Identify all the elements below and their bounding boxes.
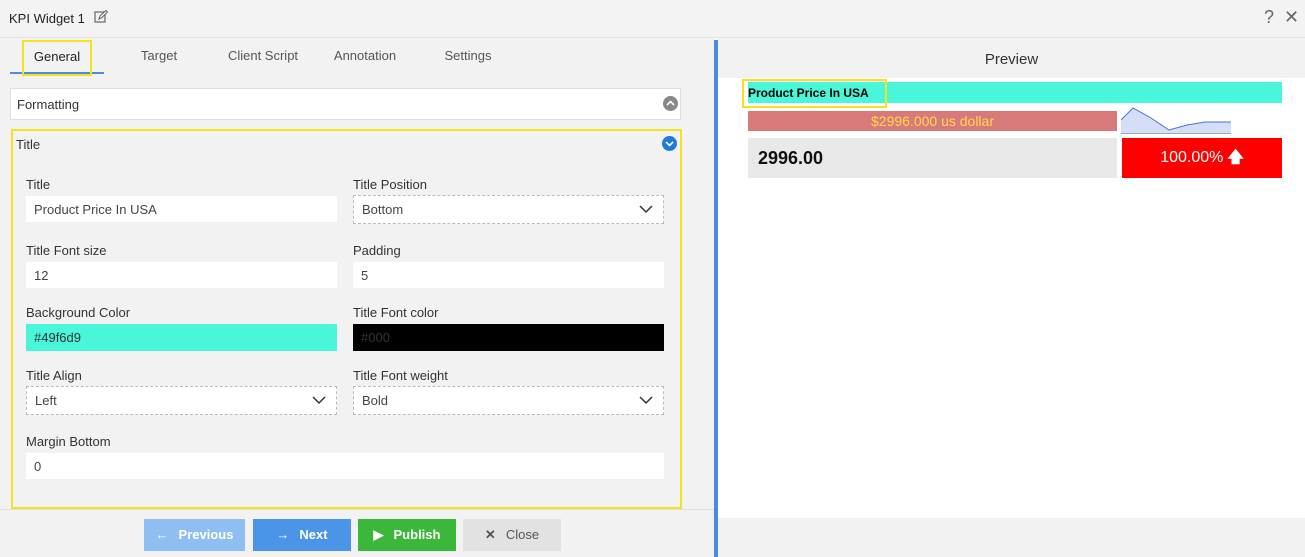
edit-icon[interactable]: [94, 10, 108, 24]
settings-panel: General Target Client Script Annotation …: [0, 38, 714, 557]
title-font-weight-select[interactable]: Bold: [353, 386, 664, 415]
background-color-input[interactable]: [26, 324, 337, 351]
widget-title: KPI Widget 1: [9, 11, 85, 26]
title-align-value: Left: [35, 393, 57, 408]
background-color-label: Background Color: [26, 305, 131, 320]
tab-client-script[interactable]: Client Script: [220, 42, 306, 74]
title-position-label: Title Position: [353, 177, 427, 192]
title-align-select[interactable]: Left: [26, 386, 337, 415]
title-font-size-label: Title Font size: [26, 243, 107, 258]
padding-input[interactable]: [353, 262, 664, 288]
kpi-percent: 100.00%: [1160, 149, 1224, 166]
chevron-down-icon: [639, 205, 653, 214]
kpi-subtitle: $2996.000 us dollar: [748, 111, 1117, 131]
dialog-header: KPI Widget 1 ? ✕: [0, 0, 1305, 38]
publish-button[interactable]: ▶ Publish: [358, 519, 456, 551]
title-font-size-input[interactable]: [26, 262, 337, 288]
tab-target[interactable]: Target: [126, 42, 192, 74]
title-section-heading: Title: [16, 137, 41, 152]
title-input[interactable]: [26, 196, 337, 222]
tab-bar: General Target Client Script Annotation …: [10, 40, 710, 76]
kpi-value-box: 2996.00: [748, 138, 1117, 178]
margin-bottom-input[interactable]: [26, 453, 664, 479]
previous-label: Previous: [178, 527, 234, 542]
title-section: Title Title Title Position Bottom Title …: [11, 129, 682, 509]
arrow-right-icon: →: [276, 527, 290, 542]
close-icon: ✕: [484, 527, 496, 542]
preview-panel: Preview Product Price In USA $2996.000 u…: [718, 38, 1305, 557]
padding-label: Padding: [353, 243, 401, 258]
chevron-up-icon[interactable]: [663, 96, 678, 111]
close-icon[interactable]: ✕: [1284, 7, 1299, 28]
chevron-down-icon[interactable]: [662, 136, 677, 151]
title-font-color-input[interactable]: [353, 324, 664, 351]
kpi-percent-box: 100.00% 🡅: [1122, 138, 1282, 178]
title-position-select[interactable]: Bottom: [353, 195, 664, 224]
play-icon: ▶: [373, 527, 384, 542]
tab-general-label: General: [21, 40, 93, 76]
button-bar: ← Previous → Next ▶ Publish ✕ Close: [0, 509, 714, 557]
tab-settings[interactable]: Settings: [435, 42, 501, 74]
arrow-left-icon: ←: [155, 527, 169, 542]
title-align-label: Title Align: [26, 368, 82, 383]
publish-label: Publish: [393, 527, 441, 542]
chevron-down-icon: [312, 396, 326, 405]
formatting-label: Formatting: [17, 97, 80, 112]
tab-general[interactable]: General: [10, 40, 104, 76]
preview-heading: Preview: [984, 51, 1039, 68]
title-position-value: Bottom: [362, 202, 404, 217]
title-font-color-label: Title Font color: [353, 305, 439, 320]
next-label: Next: [299, 527, 328, 542]
formatting-section-header[interactable]: Formatting: [10, 88, 681, 120]
tab-annotation[interactable]: Annotation: [328, 42, 402, 74]
arrow-up-icon: 🡅: [1227, 149, 1244, 166]
sparkline-chart: [1121, 107, 1231, 134]
close-label: Close: [505, 527, 540, 542]
chevron-down-icon: [639, 396, 653, 405]
title-font-weight-value: Bold: [362, 393, 389, 408]
title-label: Title: [26, 177, 51, 192]
next-button[interactable]: → Next: [253, 519, 351, 551]
close-button[interactable]: ✕ Close: [463, 519, 561, 551]
margin-bottom-label: Margin Bottom: [26, 434, 111, 449]
title-font-weight-label: Title Font weight: [353, 368, 448, 383]
help-icon[interactable]: ?: [1264, 7, 1274, 28]
kpi-title: Product Price In USA: [748, 86, 869, 100]
kpi-value: 2996.00: [758, 148, 824, 168]
previous-button[interactable]: ← Previous: [144, 519, 245, 551]
